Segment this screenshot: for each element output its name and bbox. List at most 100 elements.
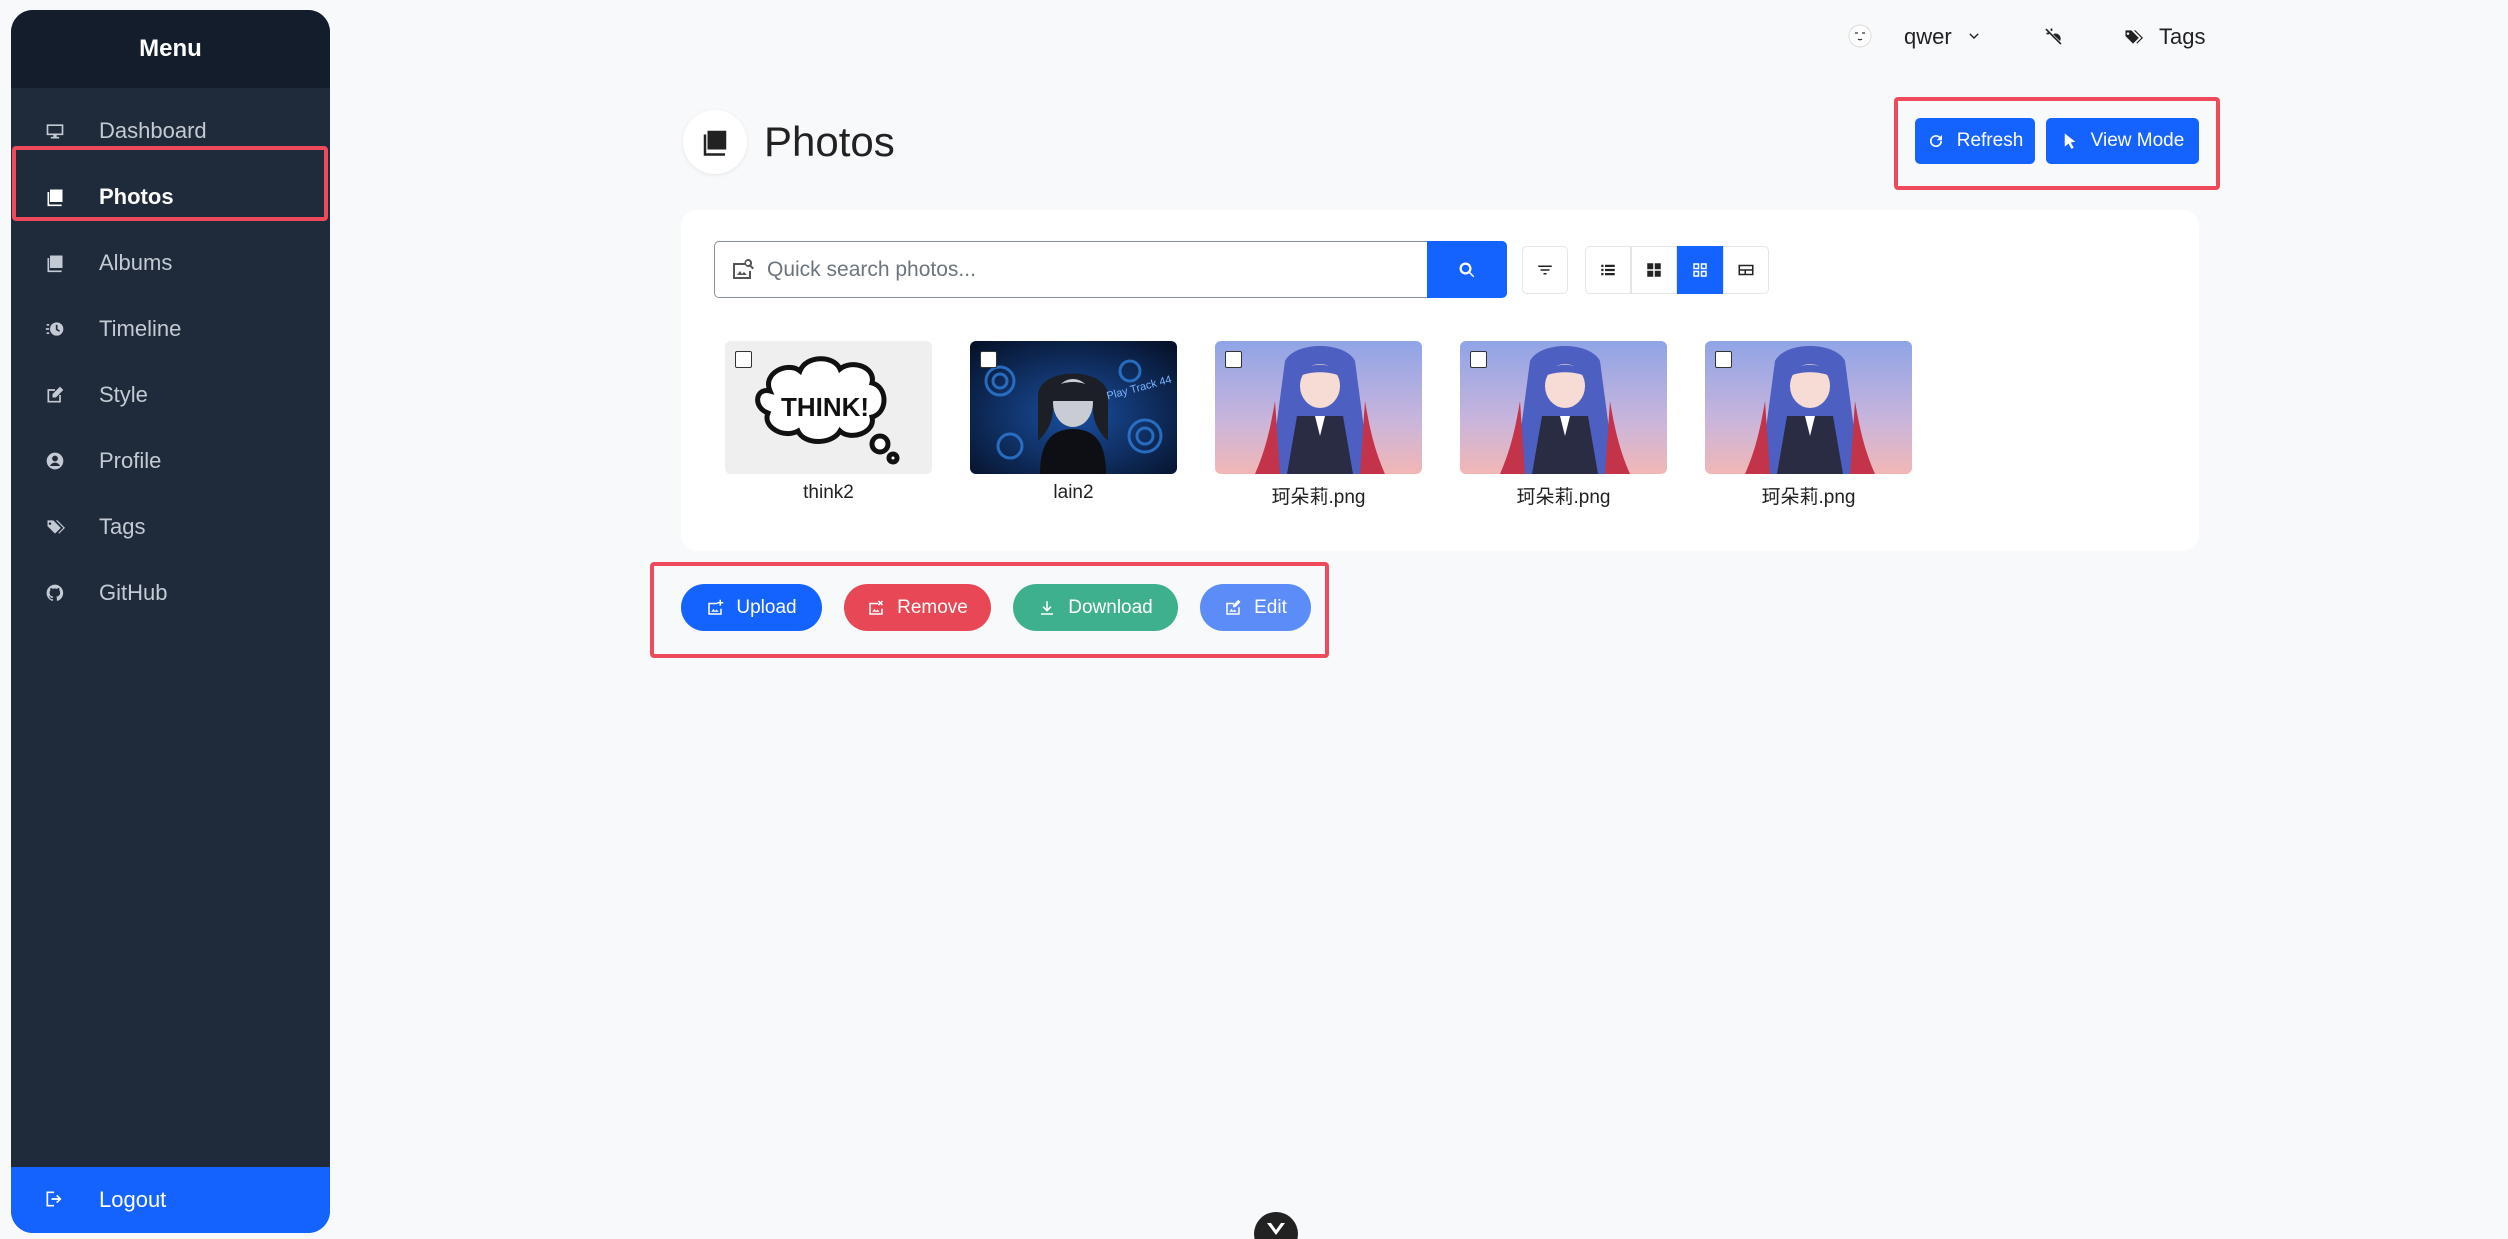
anime-girl-image — [1215, 341, 1422, 474]
photo-caption: 珂朵莉.png — [1271, 487, 1366, 508]
sidebar-item-github[interactable]: GitHub — [11, 560, 330, 626]
svg-text:THINK!: THINK! — [781, 392, 869, 422]
photos-page-icon — [683, 110, 747, 174]
photo-caption: 珂朵莉.png — [1761, 487, 1856, 508]
photo-checkbox[interactable] — [980, 351, 997, 368]
sidebar-item-tags[interactable]: Tags — [11, 494, 330, 560]
pointer-icon — [2064, 133, 2075, 149]
edit-label: Edit — [1254, 596, 1287, 618]
upload-button[interactable]: Upload — [681, 584, 822, 631]
chevron-down-icon — [1969, 33, 1979, 39]
card-view-button[interactable] — [1723, 246, 1769, 294]
sidebar-title: Menu — [11, 10, 330, 88]
photo-thumbnail[interactable] — [1215, 341, 1422, 474]
card-view-icon — [1738, 264, 1754, 276]
list-icon — [1601, 264, 1615, 276]
edit-icon — [44, 384, 66, 406]
photo-caption: 珂朵莉.png — [1516, 487, 1611, 508]
photos-card: THINK! think2 Play Track 44 — [681, 210, 2199, 551]
topbar-tags-link[interactable]: Tags — [2123, 24, 2205, 50]
search-box — [714, 241, 1427, 298]
download-icon — [1041, 600, 1054, 615]
logout-button[interactable]: Logout — [11, 1167, 330, 1233]
topbar-tags-label: Tags — [2159, 24, 2206, 49]
timeline-icon — [44, 318, 66, 340]
remove-button[interactable]: Remove — [844, 584, 991, 631]
photo-thumbnail[interactable] — [1705, 341, 1912, 474]
scroll-toggle-button[interactable] — [1254, 1212, 1298, 1239]
sidebar-item-label: Albums — [99, 250, 173, 275]
search-input[interactable] — [767, 257, 1387, 282]
sidebar-item-label: Style — [99, 382, 148, 407]
photo-checkbox[interactable] — [735, 351, 752, 368]
upload-label: Upload — [736, 596, 797, 618]
sidebar-item-label: Profile — [99, 448, 162, 473]
view-mode-label: View Mode — [2090, 130, 2185, 151]
download-label: Download — [1068, 596, 1153, 618]
photo-caption: lain2 — [1053, 482, 1094, 503]
large-grid-view-button[interactable] — [1631, 246, 1677, 294]
anime-girl-image — [1705, 341, 1912, 474]
user-circle-icon — [44, 450, 66, 472]
photo-thumbnail[interactable] — [1460, 341, 1667, 474]
download-button[interactable]: Download — [1013, 584, 1178, 631]
small-grid-view-button[interactable] — [1677, 246, 1723, 294]
image-add-icon — [708, 599, 724, 615]
username: qwer — [1904, 24, 1952, 49]
photo-checkbox[interactable] — [1715, 351, 1732, 368]
photo-thumbnail[interactable]: Play Track 44 — [970, 341, 1177, 474]
lain-image: Play Track 44 — [970, 341, 1177, 474]
logout-icon — [44, 1189, 66, 1211]
search-icon — [1459, 261, 1475, 277]
refresh-label: Refresh — [1956, 130, 2024, 151]
photo-thumbnail[interactable]: THINK! — [725, 341, 932, 474]
photo-caption: think2 — [803, 482, 854, 503]
github-icon — [44, 582, 66, 604]
photo-checkbox[interactable] — [1470, 351, 1487, 368]
user-menu-toggle[interactable]: qwer — [1904, 24, 1982, 50]
monitor-icon — [44, 120, 66, 142]
page-title: Photos — [764, 118, 895, 165]
sidebar-item-timeline[interactable]: Timeline — [11, 296, 330, 362]
list-view-button[interactable] — [1585, 246, 1631, 294]
photo-checkbox[interactable] — [1225, 351, 1242, 368]
sidebar-item-label: Photos — [99, 184, 174, 209]
tags-icon — [44, 516, 66, 538]
grid-large-icon — [1647, 263, 1661, 277]
albums-icon — [44, 252, 66, 274]
refresh-button[interactable]: Refresh — [1915, 118, 2035, 164]
sidebar-item-label: Timeline — [99, 316, 182, 341]
refresh-icon — [1929, 135, 1942, 148]
sidebar-item-albums[interactable]: Albums — [11, 230, 330, 296]
user-avatar[interactable] — [1848, 24, 1872, 48]
sidebar-item-label: Tags — [99, 514, 146, 539]
theme-toggle[interactable] — [2044, 26, 2064, 46]
photo-item[interactable]: Play Track 44 lain2 — [970, 341, 1177, 504]
grid-small-icon — [1693, 263, 1707, 277]
logout-label: Logout — [99, 1187, 167, 1212]
photo-item[interactable]: 珂朵莉.png — [1215, 341, 1422, 509]
sidebar: Menu Dashboard Photos Albums Timeline St… — [11, 10, 330, 1233]
edit-button[interactable]: Edit — [1200, 584, 1311, 631]
no-theme-icon — [2045, 28, 2062, 45]
avatar-icon — [1848, 24, 1872, 48]
photo-item[interactable]: 珂朵莉.png — [1705, 341, 1912, 509]
view-mode-button[interactable]: View Mode — [2046, 118, 2199, 164]
image-edit-icon — [1226, 599, 1241, 615]
sidebar-item-label: Dashboard — [99, 118, 207, 143]
sidebar-item-dashboard[interactable]: Dashboard — [11, 98, 330, 164]
sidebar-item-profile[interactable]: Profile — [11, 428, 330, 494]
sidebar-item-photos[interactable]: Photos — [11, 164, 330, 230]
photo-item[interactable]: 珂朵莉.png — [1460, 341, 1667, 509]
photo-item[interactable]: THINK! think2 — [725, 341, 932, 504]
anime-girl-image — [1460, 341, 1667, 474]
think-bubble-image: THINK! — [725, 341, 932, 474]
search-button[interactable] — [1427, 241, 1507, 298]
images-icon — [44, 186, 66, 208]
image-search-icon — [733, 258, 754, 279]
sidebar-item-label: GitHub — [99, 580, 168, 605]
tags-icon — [2124, 30, 2143, 44]
sidebar-item-style[interactable]: Style — [11, 362, 330, 428]
filter-icon — [1538, 265, 1552, 275]
filter-button[interactable] — [1522, 246, 1568, 294]
